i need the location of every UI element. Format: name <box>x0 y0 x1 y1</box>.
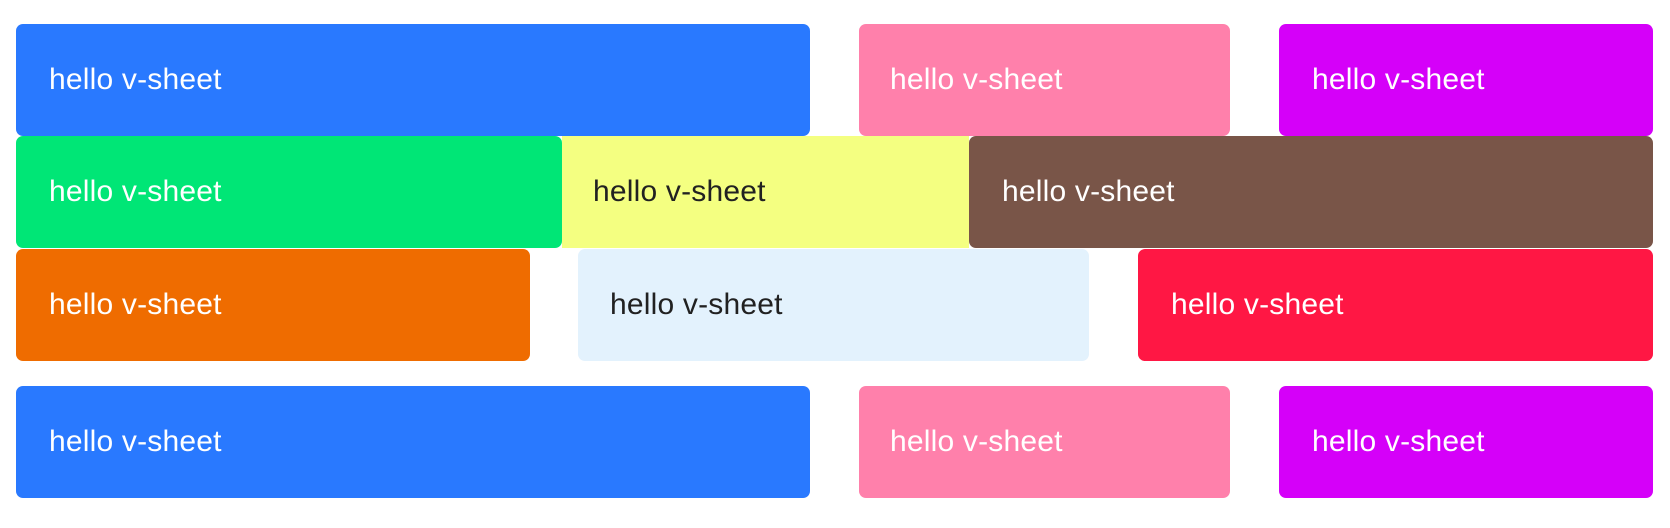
sheet-label: hello v-sheet <box>1002 175 1175 208</box>
sheet-label: hello v-sheet <box>610 288 783 321</box>
sheet-label: hello v-sheet <box>1312 425 1485 458</box>
sheet-pink: hello v-sheet <box>859 24 1230 136</box>
sheet-label: hello v-sheet <box>49 63 222 96</box>
sheet-label: hello v-sheet <box>1312 63 1485 96</box>
sheet-light-blue: hello v-sheet <box>578 249 1089 361</box>
sheet-label: hello v-sheet <box>1171 288 1344 321</box>
sheet-blue: hello v-sheet <box>16 24 810 136</box>
sheet-label: hello v-sheet <box>890 63 1063 96</box>
sheet-label: hello v-sheet <box>49 288 222 321</box>
sheet-pink: hello v-sheet <box>859 386 1230 498</box>
sheet-purple: hello v-sheet <box>1279 386 1653 498</box>
sheet-blue: hello v-sheet <box>16 386 810 498</box>
sheet-label: hello v-sheet <box>49 425 222 458</box>
sheet-purple: hello v-sheet <box>1279 24 1653 136</box>
sheet-lime: hello v-sheet <box>562 136 969 248</box>
sheet-label: hello v-sheet <box>890 425 1063 458</box>
sheet-orange: hello v-sheet <box>16 249 530 361</box>
sheet-label: hello v-sheet <box>49 175 222 208</box>
sheet-label: hello v-sheet <box>593 175 766 208</box>
sheet-red: hello v-sheet <box>1138 249 1653 361</box>
sheet-brown: hello v-sheet <box>969 136 1653 248</box>
sheet-green: hello v-sheet <box>16 136 562 248</box>
